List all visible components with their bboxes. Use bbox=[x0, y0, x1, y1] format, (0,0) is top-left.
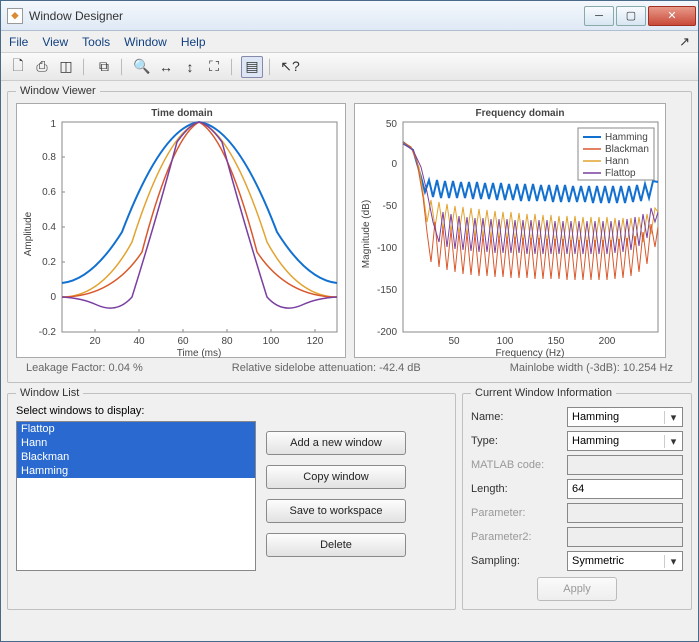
window-list-legend: Window List bbox=[16, 387, 83, 399]
menu-window[interactable]: Window bbox=[124, 35, 167, 49]
param-label: Parameter: bbox=[471, 507, 561, 519]
svg-text:200: 200 bbox=[599, 336, 616, 347]
menu-help[interactable]: Help bbox=[181, 35, 206, 49]
app-logo-icon: ◆ bbox=[7, 8, 23, 24]
type-combo[interactable]: Hamming▾ bbox=[567, 431, 683, 451]
svg-text:0: 0 bbox=[391, 159, 397, 170]
svg-text:-50: -50 bbox=[383, 201, 398, 212]
svg-text:150: 150 bbox=[548, 336, 565, 347]
current-window-info-panel: Current Window Information Name: Hamming… bbox=[462, 387, 692, 610]
window-list-panel: Window List Select windows to display: F… bbox=[7, 387, 456, 610]
time-domain-plot[interactable]: Time domain -0.2 0 0.2 0.4 bbox=[16, 103, 346, 358]
maximize-button[interactable]: ▢ bbox=[616, 6, 646, 26]
window-viewer-panel: Window Viewer Time domain bbox=[7, 85, 692, 383]
zoom-y-icon[interactable]: ↕ bbox=[179, 56, 201, 78]
print-preview-icon[interactable]: ◫ bbox=[55, 56, 77, 78]
name-label: Name: bbox=[471, 411, 561, 423]
type-label: Type: bbox=[471, 435, 561, 447]
list-item[interactable]: Hamming bbox=[17, 464, 255, 478]
separator bbox=[231, 58, 237, 76]
svg-text:Blackman: Blackman bbox=[605, 144, 649, 155]
list-item[interactable]: Flattop bbox=[17, 422, 255, 436]
matlab-label: MATLAB code: bbox=[471, 459, 561, 471]
delete-button[interactable]: Delete bbox=[266, 533, 406, 557]
copy-window-button[interactable]: Copy window bbox=[266, 465, 406, 489]
svg-text:-150: -150 bbox=[377, 285, 397, 296]
svg-text:Flattop: Flattop bbox=[605, 168, 636, 179]
legend-toggle-icon[interactable]: ▤ bbox=[241, 56, 263, 78]
time-xlabel: Time (ms) bbox=[177, 348, 222, 359]
list-item[interactable]: Hann bbox=[17, 436, 255, 450]
svg-text:100: 100 bbox=[497, 336, 514, 347]
add-window-button[interactable]: Add a new window bbox=[266, 431, 406, 455]
window-listbox[interactable]: Flattop Hann Blackman Hamming bbox=[16, 421, 256, 571]
copy-icon[interactable]: ⧉ bbox=[93, 56, 115, 78]
svg-text:1: 1 bbox=[50, 119, 56, 130]
save-workspace-button[interactable]: Save to workspace bbox=[266, 499, 406, 523]
svg-text:-100: -100 bbox=[377, 243, 397, 254]
param-field bbox=[567, 503, 683, 523]
svg-text:80: 80 bbox=[221, 336, 233, 347]
separator bbox=[269, 58, 275, 76]
svg-text:0.6: 0.6 bbox=[42, 187, 56, 198]
help-icon[interactable]: ↖? bbox=[279, 56, 301, 78]
freq-xlabel: Frequency (Hz) bbox=[496, 348, 565, 359]
name-combo[interactable]: Hamming▾ bbox=[567, 407, 683, 427]
menubar: File View Tools Window Help ↗ bbox=[1, 31, 698, 53]
sampling-combo[interactable]: Symmetric▾ bbox=[567, 551, 683, 571]
select-windows-label: Select windows to display: bbox=[16, 405, 447, 417]
titlebar: ◆ Window Designer ─ ▢ ✕ bbox=[1, 1, 698, 31]
print-icon[interactable]: ⎙ bbox=[31, 56, 53, 78]
matlab-field bbox=[567, 455, 683, 475]
menu-view[interactable]: View bbox=[42, 35, 68, 49]
svg-text:-200: -200 bbox=[377, 327, 397, 338]
freq-domain-plot[interactable]: Frequency domain -200 -150 -100 -50 0 50 50… bbox=[354, 103, 666, 358]
svg-text:0.2: 0.2 bbox=[42, 257, 56, 268]
svg-text:Hamming: Hamming bbox=[605, 132, 648, 143]
mainlobe-stat: Mainlobe width (-3dB): 10.254 Hz bbox=[510, 362, 673, 374]
svg-text:-0.2: -0.2 bbox=[39, 327, 57, 338]
length-field[interactable]: 64 bbox=[567, 479, 683, 499]
param2-label: Parameter2: bbox=[471, 531, 561, 543]
new-icon[interactable]: 🗋 bbox=[7, 56, 29, 78]
close-button[interactable]: ✕ bbox=[648, 6, 696, 26]
app-window: ◆ Window Designer ─ ▢ ✕ File View Tools … bbox=[0, 0, 699, 642]
svg-text:40: 40 bbox=[133, 336, 145, 347]
toolbar: 🗋 ⎙ ◫ ⧉ 🔍 ↔ ↕ ⛶ ▤ ↖? bbox=[1, 53, 698, 81]
svg-text:50: 50 bbox=[448, 336, 460, 347]
freq-ylabel: Magnitude (dB) bbox=[361, 200, 372, 268]
param2-field bbox=[567, 527, 683, 547]
svg-text:0.8: 0.8 bbox=[42, 152, 56, 163]
svg-text:50: 50 bbox=[386, 119, 398, 130]
svg-text:120: 120 bbox=[307, 336, 324, 347]
stats-row: Leakage Factor: 0.04 % Relative sidelobe… bbox=[16, 358, 683, 374]
apply-button[interactable]: Apply bbox=[537, 577, 617, 601]
length-label: Length: bbox=[471, 483, 561, 495]
menu-tools[interactable]: Tools bbox=[82, 35, 110, 49]
svg-text:0.4: 0.4 bbox=[42, 222, 56, 233]
svg-text:60: 60 bbox=[177, 336, 189, 347]
separator bbox=[83, 58, 89, 76]
zoom-x-icon[interactable]: ↔ bbox=[155, 56, 177, 78]
separator bbox=[121, 58, 127, 76]
svg-text:0: 0 bbox=[50, 292, 56, 303]
dock-icon[interactable]: ↗ bbox=[679, 34, 690, 50]
sidelobe-stat: Relative sidelobe attenuation: -42.4 dB bbox=[232, 362, 421, 374]
cwi-legend: Current Window Information bbox=[471, 387, 616, 399]
sampling-label: Sampling: bbox=[471, 555, 561, 567]
time-ylabel: Amplitude bbox=[23, 211, 34, 256]
menu-file[interactable]: File bbox=[9, 35, 28, 49]
full-view-icon[interactable]: ⛶ bbox=[203, 56, 225, 78]
svg-text:20: 20 bbox=[89, 336, 101, 347]
window-viewer-legend: Window Viewer bbox=[16, 85, 100, 97]
list-item[interactable]: Blackman bbox=[17, 450, 255, 464]
freq-plot-title: Frequency domain bbox=[476, 108, 565, 119]
svg-text:100: 100 bbox=[263, 336, 280, 347]
minimize-button[interactable]: ─ bbox=[584, 6, 614, 26]
window-title: Window Designer bbox=[29, 9, 582, 23]
zoom-in-icon[interactable]: 🔍 bbox=[131, 56, 153, 78]
time-plot-title: Time domain bbox=[151, 108, 213, 119]
svg-text:Hann: Hann bbox=[605, 156, 629, 167]
leakage-stat: Leakage Factor: 0.04 % bbox=[26, 362, 143, 374]
